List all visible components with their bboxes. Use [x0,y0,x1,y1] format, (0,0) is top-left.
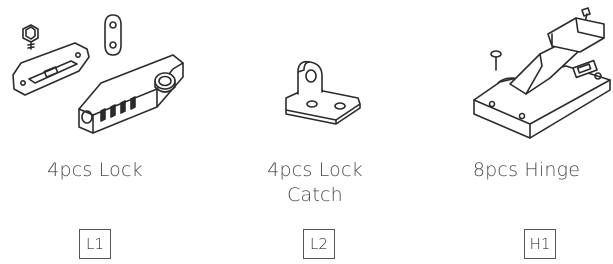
combination-lock-image [5,5,185,143]
lock-catch-image [278,58,368,128]
caption-lock: 4pcs Lock [47,159,143,181]
caption-hinge: 8pcs Hinge [472,159,581,181]
code-box-h1: H1 [524,229,556,259]
code-box-l2: L2 [303,229,335,259]
product-lock: 4pcs Lock L1 [0,0,190,264]
caption-lock-catch: 4pcs Lock Catch [230,158,400,208]
hinge-image [470,4,613,142]
caption-lock-catch-line2: Catch [287,184,343,206]
code-box-l1: L1 [79,229,111,259]
product-hinge: 8pcs Hinge H1 [440,0,613,264]
caption-lock-catch-line1: 4pcs Lock [267,159,363,181]
product-lock-catch: 4pcs Lock Catch L2 [230,0,400,264]
